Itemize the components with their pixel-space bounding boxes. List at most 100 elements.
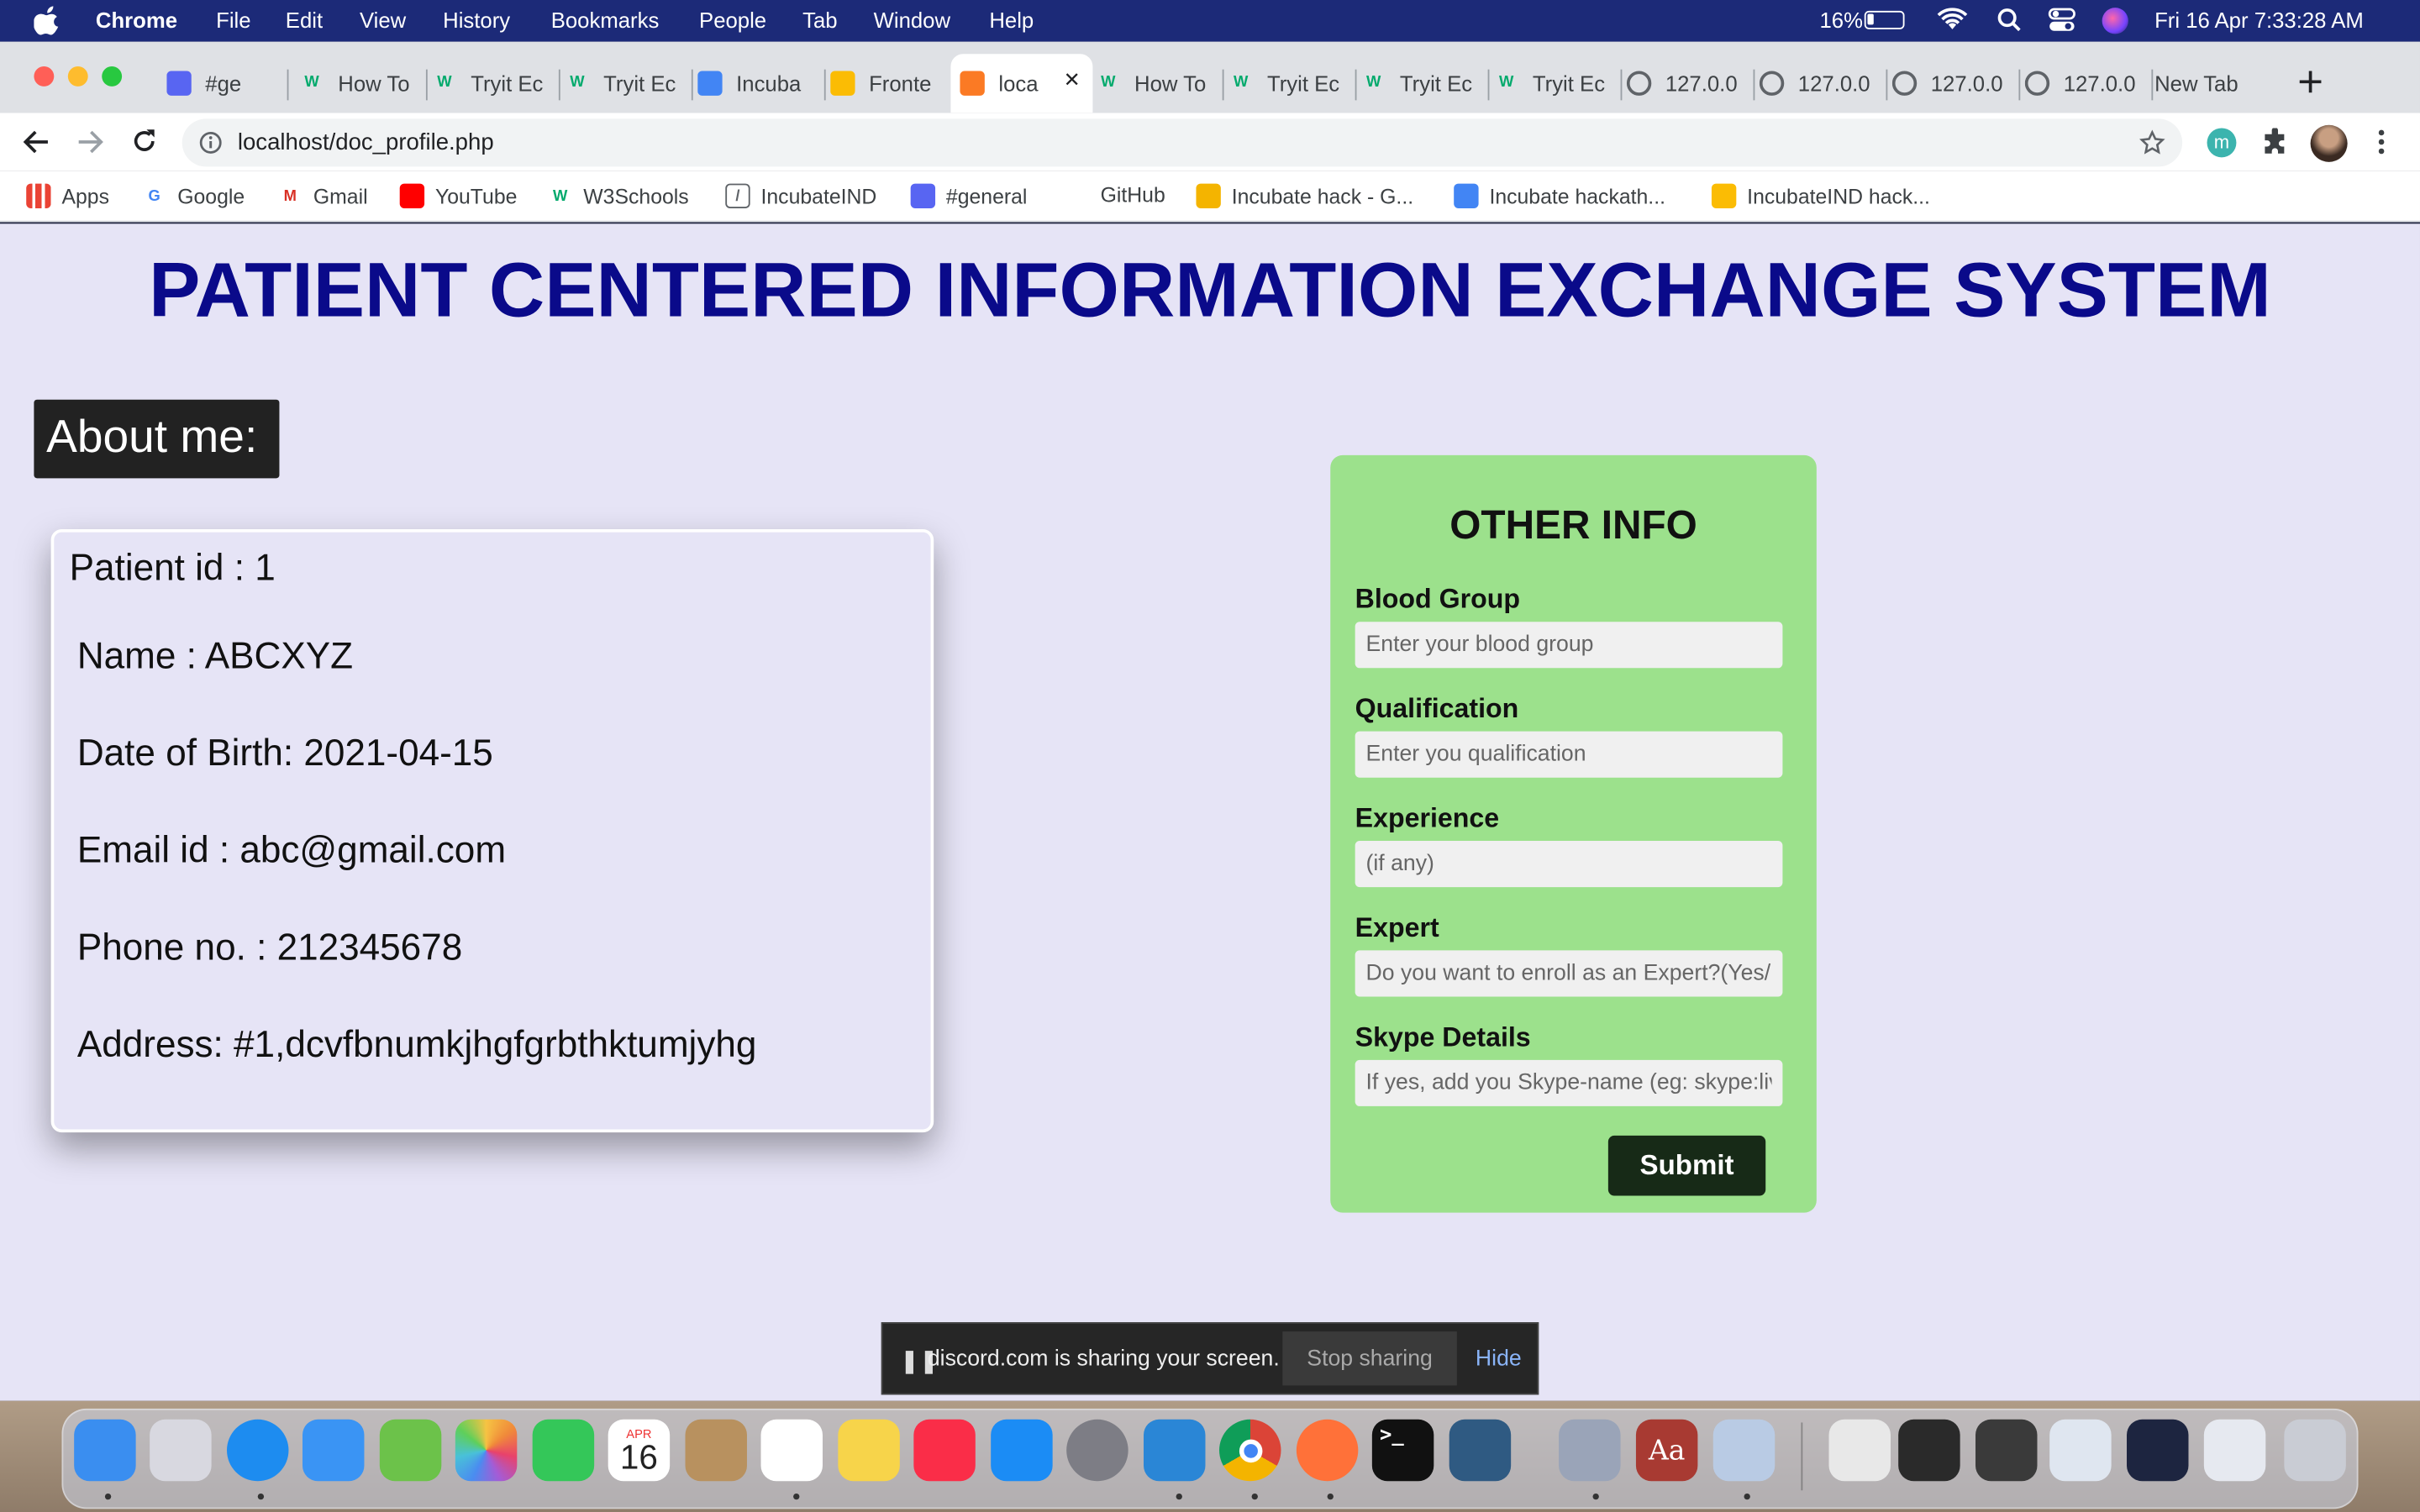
bookmark-item[interactable]: GitHub	[1101, 184, 1165, 207]
battery-icon[interactable]	[1864, 10, 1905, 29]
zoom-window-button[interactable]	[102, 66, 123, 87]
browser-tab[interactable]: W How To	[1096, 57, 1213, 108]
address-bar[interactable]: localhost/doc_profile.php	[182, 118, 2183, 167]
extensions-puzzle-icon[interactable]	[2261, 128, 2289, 155]
skype-input[interactable]	[1355, 1059, 1783, 1106]
window-thumbnail-icon[interactable]	[2203, 1419, 2266, 1482]
system-preferences-icon[interactable]	[1066, 1419, 1128, 1482]
menu-file[interactable]: File	[216, 8, 250, 32]
menu-clock[interactable]: Fri 16 Apr 7:33:28 AM	[2154, 8, 2364, 32]
qualification-input[interactable]	[1355, 731, 1783, 778]
hide-share-bar-link[interactable]: Hide	[1476, 1347, 1522, 1371]
maps-icon[interactable]	[379, 1419, 442, 1482]
apple-icon[interactable]	[34, 5, 61, 36]
w3schools-icon: W	[304, 74, 319, 92]
downloads-stack-icon[interactable]	[1828, 1419, 1891, 1482]
blood-group-input[interactable]	[1355, 622, 1783, 669]
menu-app-name[interactable]: Chrome	[96, 8, 177, 32]
bookmark-item[interactable]: YouTube	[399, 183, 517, 208]
browser-tab[interactable]: 127.0.0	[2024, 57, 2143, 108]
submit-button[interactable]: Submit	[1607, 1135, 1766, 1196]
reload-icon[interactable]	[131, 128, 157, 154]
browser-tab[interactable]: W Tryit Ec	[1361, 57, 1479, 108]
bookmark-item[interactable]: Incubate hack - G...	[1196, 183, 1413, 208]
dictionary-icon[interactable]: Aa	[1635, 1419, 1698, 1482]
browser-tab[interactable]: W Tryit Ec	[1494, 57, 1612, 108]
siri-icon[interactable]	[2102, 8, 2128, 34]
menu-history[interactable]: History	[443, 8, 510, 32]
bookmark-star-icon[interactable]	[2139, 129, 2165, 155]
utility-icon[interactable]	[1559, 1419, 1621, 1482]
bookmark-item[interactable]: #general	[910, 183, 1027, 208]
facetime-icon[interactable]	[532, 1419, 595, 1482]
browser-tab[interactable]: Fronte	[830, 57, 948, 108]
app-store-icon[interactable]	[991, 1419, 1053, 1482]
reminders-icon[interactable]	[760, 1419, 823, 1482]
music-icon[interactable]	[913, 1419, 976, 1482]
browser-tab[interactable]: loca ✕	[950, 54, 1093, 113]
menu-view[interactable]: View	[360, 8, 406, 32]
bookmark-item[interactable]: W W3Schools	[548, 184, 689, 208]
browser-tab[interactable]: 127.0.0	[1626, 57, 1744, 108]
browser-tab[interactable]: 127.0.0	[1759, 57, 1877, 108]
menu-window[interactable]: Window	[874, 8, 950, 32]
close-window-button[interactable]	[34, 66, 55, 87]
bookmark-item[interactable]: M Gmail	[278, 184, 368, 208]
menu-people[interactable]: People	[699, 8, 766, 32]
window-thumbnail-icon[interactable]	[1975, 1419, 2038, 1482]
notes-icon[interactable]	[838, 1419, 900, 1482]
browser-tab[interactable]: 127.0.0	[1891, 57, 2010, 108]
bookmark-item[interactable]: IncubateIND hack...	[1711, 183, 1930, 208]
expert-input[interactable]	[1355, 950, 1783, 997]
about-me-heading: About me:	[34, 399, 280, 479]
stop-sharing-button[interactable]: Stop sharing	[1282, 1331, 1457, 1386]
preview-icon[interactable]	[1712, 1419, 1776, 1482]
photos-icon[interactable]	[455, 1419, 518, 1482]
minimize-window-button[interactable]	[67, 66, 88, 87]
wifi-icon[interactable]	[1937, 8, 1968, 32]
browser-tab[interactable]: W Tryit Ec	[1228, 57, 1346, 108]
avatar[interactable]	[2310, 124, 2348, 162]
profile-m-icon[interactable]: m	[2207, 128, 2237, 158]
w3schools-icon: W	[570, 74, 585, 92]
window-thumbnail-icon[interactable]	[1898, 1419, 1960, 1482]
bookmark-item[interactable]: / IncubateIND	[725, 183, 876, 208]
browser-tab[interactable]: W Tryit Ec	[432, 57, 550, 108]
site-info-icon[interactable]	[199, 131, 223, 155]
window-thumbnail-icon[interactable]	[2049, 1419, 2112, 1482]
new-tab-plus-icon[interactable]	[2298, 70, 2323, 94]
url-text[interactable]: localhost/doc_profile.php	[238, 129, 494, 155]
browser-tab[interactable]: W Tryit Ec	[565, 57, 682, 108]
control-center-icon[interactable]	[2048, 8, 2075, 32]
menu-edit[interactable]: Edit	[286, 8, 323, 32]
mysql-workbench-icon[interactable]	[1449, 1419, 1512, 1482]
kebab-menu-icon[interactable]	[2377, 128, 2386, 155]
spotlight-search-icon[interactable]	[1997, 8, 2022, 32]
close-tab-icon[interactable]: ✕	[1064, 68, 1081, 92]
forward-arrow-icon[interactable]	[77, 129, 103, 154]
browser-tab[interactable]: New Tab	[2154, 57, 2263, 108]
vscode-icon[interactable]	[1144, 1419, 1206, 1482]
browser-tab[interactable]: W How To	[299, 57, 417, 108]
menu-help[interactable]: Help	[989, 8, 1034, 32]
safari-icon[interactable]	[226, 1419, 289, 1482]
browser-tab[interactable]: Incuba	[697, 57, 815, 108]
menu-bookmarks[interactable]: Bookmarks	[551, 8, 660, 32]
menu-tab[interactable]: Tab	[802, 8, 837, 32]
chrome-icon[interactable]	[1219, 1419, 1281, 1482]
calendar-icon[interactable]: APR 16	[608, 1419, 671, 1482]
back-arrow-icon[interactable]	[23, 129, 50, 154]
trash-icon[interactable]	[2284, 1419, 2346, 1482]
launchpad-icon[interactable]	[150, 1419, 212, 1482]
terminal-icon[interactable]: >_	[1371, 1419, 1434, 1482]
bookmark-item[interactable]: Apps	[26, 183, 109, 208]
finder-icon[interactable]	[74, 1419, 136, 1482]
browser-tab[interactable]: #ge	[166, 57, 277, 108]
bookmark-item[interactable]: Incubate hackath...	[1454, 183, 1665, 208]
window-thumbnail-icon[interactable]	[2127, 1419, 2189, 1482]
contacts-icon[interactable]	[685, 1419, 747, 1482]
bookmark-item[interactable]: G Google	[142, 184, 245, 208]
mail-icon[interactable]	[302, 1419, 365, 1482]
firefox-icon[interactable]	[1296, 1419, 1359, 1482]
experience-input[interactable]	[1355, 841, 1783, 888]
